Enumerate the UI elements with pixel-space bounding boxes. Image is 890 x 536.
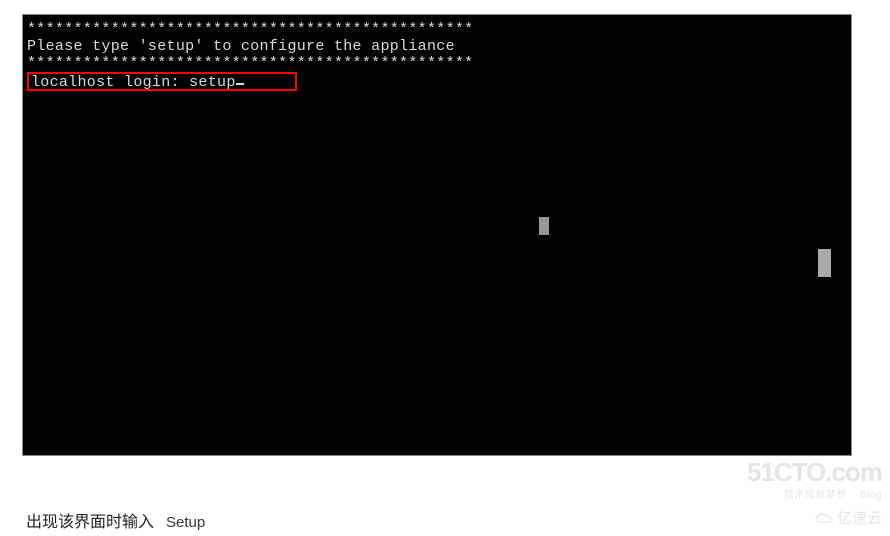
artifact-block-right xyxy=(818,249,831,277)
terminal-line-stars-top: ****************************************… xyxy=(27,21,847,38)
artifact-block-mid xyxy=(539,217,549,235)
caption-chinese: 出现该界面时输入 xyxy=(26,508,154,532)
watermark-secondary-text: 亿速云 xyxy=(837,507,882,528)
terminal-line-instruction: Please type 'setup' to configure the app… xyxy=(27,38,847,55)
watermark-secondary: 亿速云 xyxy=(747,507,882,528)
caption-english: Setup xyxy=(166,514,205,531)
login-prompt: localhost login: xyxy=(31,74,189,91)
login-input-text[interactable]: setup xyxy=(189,74,236,91)
terminal-window[interactable]: ****************************************… xyxy=(22,14,852,456)
caption-area: 出现该界面时输入 Setup xyxy=(26,508,205,532)
login-highlight-box: localhost login: setup xyxy=(27,72,297,91)
terminal-cursor xyxy=(236,83,244,85)
watermark-main: 51CTO.com xyxy=(747,459,882,485)
watermark: 51CTO.com 技术成就梦想 Blog 亿速云 xyxy=(747,459,882,528)
terminal-content: ****************************************… xyxy=(23,15,851,97)
terminal-line-stars-bottom: ****************************************… xyxy=(27,55,847,72)
watermark-sub: 技术成就梦想 Blog xyxy=(747,486,882,501)
